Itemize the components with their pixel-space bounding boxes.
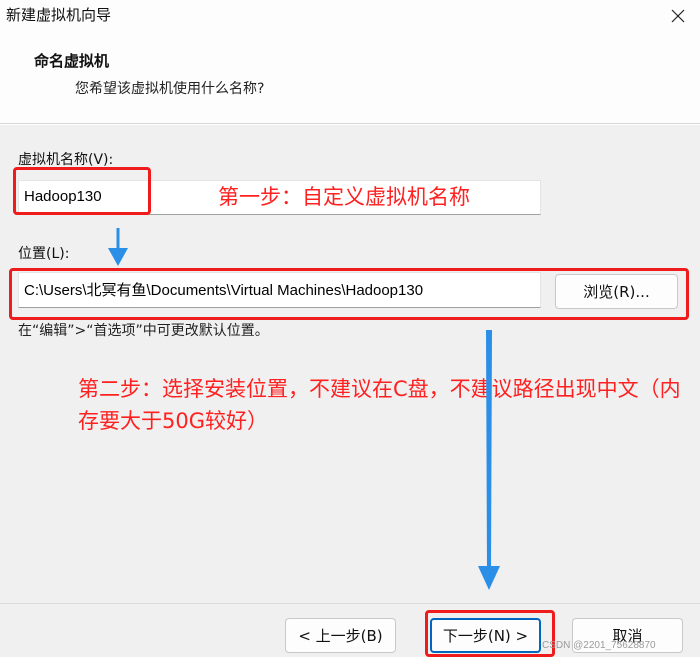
title-bar: 新建虚拟机向导: [0, 0, 700, 32]
name-highlight-box: [13, 167, 151, 215]
location-label: 位置(L):: [18, 246, 70, 262]
page-subtitle: 您希望该虚拟机使用什么名称?: [75, 81, 265, 97]
step2-annotation: 第二步：选择安装位置，不建议在C盘，不建议路径出现中文（内存要大于50G较好）: [78, 377, 681, 433]
window-title: 新建虚拟机向导: [6, 6, 112, 24]
close-button[interactable]: [656, 0, 700, 32]
wizard-footer: < 上一步(B) 下一步(N) > 取消 CSDN @2201_75628870: [0, 603, 700, 657]
step1-annotation: 第一步：自定义虚拟机名称: [218, 185, 470, 209]
location-highlight-box: [9, 268, 689, 320]
location-hint: 在“编辑”>“首选项”中可更改默认位置。: [18, 323, 269, 339]
back-button[interactable]: < 上一步(B): [285, 618, 396, 653]
close-icon: [671, 9, 685, 23]
vm-name-label: 虚拟机名称(V):: [18, 152, 114, 168]
wizard-body: 虚拟机名称(V): Hadoop130 第一步：自定义虚拟机名称 位置(L): …: [0, 125, 700, 603]
wizard-header: 命名虚拟机 您希望该虚拟机使用什么名称?: [0, 32, 700, 124]
watermark: CSDN @2201_75628870: [542, 640, 656, 651]
next-highlight-box: [425, 610, 555, 657]
page-title: 命名虚拟机: [34, 52, 110, 70]
